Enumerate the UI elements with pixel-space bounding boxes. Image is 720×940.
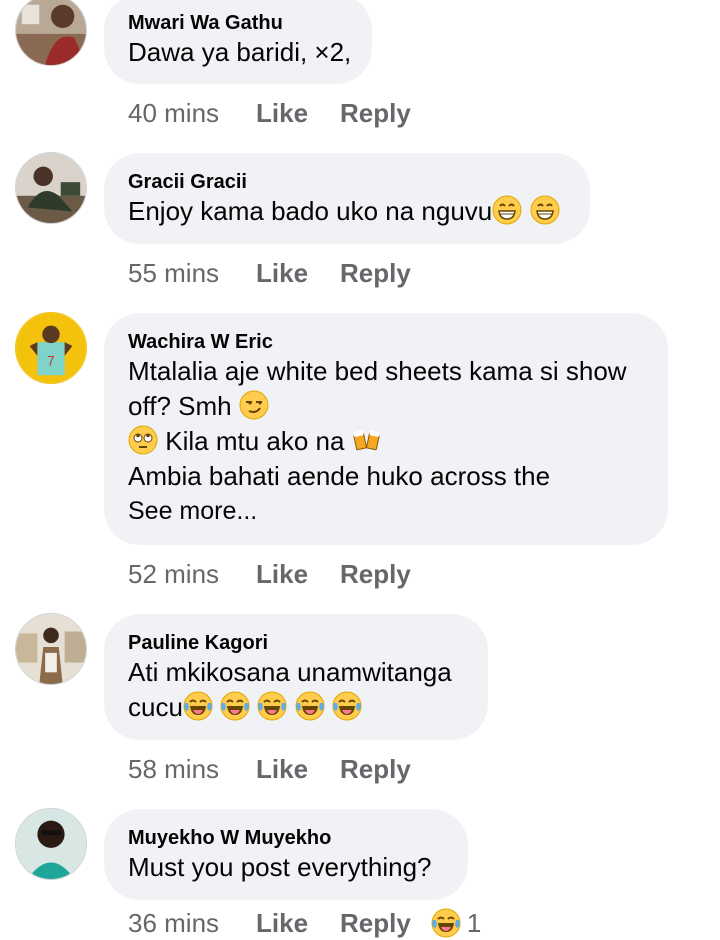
see-more-link[interactable]: See more...: [128, 494, 644, 528]
clinking-beer-mugs-icon: [352, 425, 382, 455]
comment-text: Enjoy kama bado uko na nguvu: [128, 194, 566, 229]
comment-text: Must you post everything?: [128, 850, 444, 885]
like-button[interactable]: Like: [256, 258, 340, 289]
commenter-name[interactable]: Mwari Wa Gathu: [128, 11, 348, 35]
reaction-count: 1: [466, 907, 482, 938]
avatar[interactable]: [15, 0, 87, 66]
comment-line: off? Smh: [128, 391, 232, 421]
comment-line: Ati mkikosana unamwitanga: [128, 657, 452, 687]
tears-of-joy-icon: [183, 691, 213, 721]
like-button[interactable]: Like: [256, 98, 340, 129]
comment-text: Dawa ya baridi, ×2,: [128, 35, 352, 70]
comment-actions: 36 mins Like Reply 1: [128, 906, 481, 940]
comment-actions: 52 mins Like Reply: [128, 557, 411, 591]
grinning-face-icon: [492, 195, 522, 225]
comment-text: Ati mkikosana unamwitanga cucu: [128, 655, 464, 725]
comment-bubble: Mwari Wa Gathu Dawa ya baridi, ×2,: [104, 0, 372, 84]
comment-line: Enjoy kama bado uko na nguvu: [128, 196, 493, 226]
comment-line: cucu: [128, 692, 183, 722]
svg-text:7: 7: [47, 354, 55, 369]
reply-button[interactable]: Reply: [340, 98, 411, 129]
tears-of-joy-icon: [257, 691, 287, 721]
reply-button[interactable]: Reply: [340, 908, 411, 939]
comment-line: Ambia bahati aende huko across the: [128, 461, 551, 491]
avatar[interactable]: [15, 613, 87, 685]
like-button[interactable]: Like: [256, 754, 340, 785]
grinning-face-icon: [530, 195, 560, 225]
avatar[interactable]: 7: [15, 312, 87, 384]
comment-bubble: Pauline Kagori Ati mkikosana unamwitanga…: [104, 614, 488, 740]
tears-of-joy-icon: [332, 691, 362, 721]
comment-line: Mtalalia aje white bed sheets kama si sh…: [128, 356, 627, 386]
reply-button[interactable]: Reply: [340, 754, 411, 785]
comment-line: Kila mtu ako na: [165, 426, 345, 456]
comment-text: Mtalalia aje white bed sheets kama si sh…: [128, 354, 644, 528]
commenter-name[interactable]: Wachira W Eric: [128, 330, 644, 354]
comment-line: Must you post everything?: [128, 852, 432, 882]
comment-time: 52 mins: [128, 558, 220, 589]
comment-bubble: Wachira W Eric Mtalalia aje white bed sh…: [104, 313, 668, 545]
avatar[interactable]: [15, 808, 87, 880]
tears-of-joy-icon: [431, 908, 461, 938]
comment-time: 40 mins: [128, 97, 220, 128]
reply-button[interactable]: Reply: [340, 258, 411, 289]
commenter-name[interactable]: Muyekho W Muyekho: [128, 826, 444, 850]
tears-of-joy-icon: [220, 691, 250, 721]
commenter-name[interactable]: Gracii Gracii: [128, 170, 566, 194]
like-button[interactable]: Like: [256, 559, 340, 590]
tears-of-joy-icon: [295, 691, 325, 721]
reply-button[interactable]: Reply: [340, 559, 411, 590]
comment-time: 36 mins: [128, 907, 220, 938]
comment-actions: 58 mins Like Reply: [128, 752, 411, 786]
comment-time: 58 mins: [128, 753, 220, 784]
comment-actions: 40 mins Like Reply: [128, 96, 411, 130]
smirking-face-icon: [239, 390, 269, 420]
commenter-name[interactable]: Pauline Kagori: [128, 631, 464, 655]
comment-bubble: Gracii Gracii Enjoy kama bado uko na ngu…: [104, 153, 590, 244]
comment-bubble: Muyekho W Muyekho Must you post everythi…: [104, 809, 468, 900]
comment-line: Dawa ya baridi, ×2,: [128, 37, 352, 67]
like-button[interactable]: Like: [256, 908, 340, 939]
comment-time: 55 mins: [128, 257, 220, 288]
avatar[interactable]: [15, 152, 87, 224]
face-with-rolling-eyes-icon: [128, 425, 158, 455]
comment-actions: 55 mins Like Reply: [128, 256, 411, 290]
reaction-summary[interactable]: 1: [431, 908, 481, 939]
